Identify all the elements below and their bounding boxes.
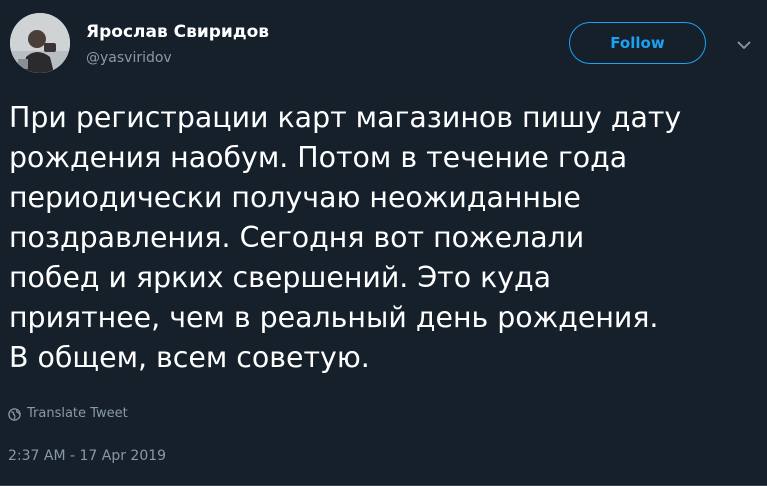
tweet-text-line: побед и ярких свершений. Это куда: [9, 261, 552, 294]
translate-label: Translate Tweet: [27, 406, 128, 421]
more-options-button[interactable]: [732, 36, 756, 54]
tweet-timestamp[interactable]: 2:37 AM - 17 Apr 2019: [8, 447, 166, 465]
follow-button[interactable]: Follow: [569, 22, 706, 64]
globe-icon: [8, 407, 21, 421]
tweet-card: Ярослав Свиридов @yasviridov Follow При …: [0, 0, 767, 486]
translate-tweet-link[interactable]: Translate Tweet: [8, 405, 128, 423]
author-display-name[interactable]: Ярослав Свиридов: [86, 22, 269, 42]
avatar[interactable]: [10, 13, 70, 73]
author-handle[interactable]: @yasviridov: [86, 49, 172, 67]
tweet-text-line: поздравления. Сегодня вот пожелали: [9, 221, 585, 254]
tweet-text: При регистрации карт магазинов пишу дату…: [9, 98, 759, 378]
tweet-text-line: В общем, всем советую.: [9, 341, 370, 374]
profile-photo-icon: [10, 13, 70, 73]
tweet-text-line: приятнее, чем в реальный день рождения.: [9, 301, 659, 334]
chevron-down-icon: [737, 41, 751, 49]
tweet-text-line: рождения наобум. Потом в течение года: [9, 141, 628, 174]
tweet-text-line: При регистрации карт магазинов пишу дату: [9, 101, 682, 134]
tweet-text-line: периодически получаю неожиданные: [9, 181, 581, 214]
